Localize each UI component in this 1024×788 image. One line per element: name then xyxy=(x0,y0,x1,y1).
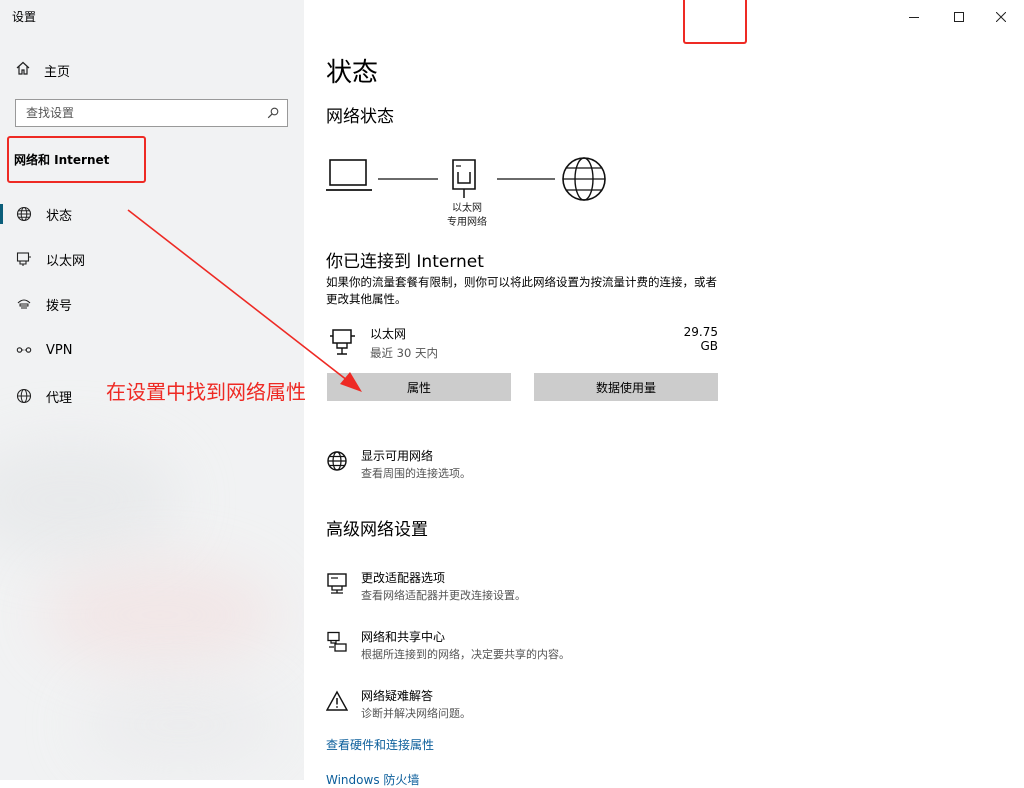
network-diagram xyxy=(326,157,606,201)
troubleshoot-description: 诊断并解决网络问题。 xyxy=(361,707,471,720)
sidebar-item-status[interactable]: 状态 xyxy=(0,196,304,232)
laptop-icon xyxy=(326,159,372,191)
search-input[interactable] xyxy=(16,101,259,125)
sidebar-item-label: 状态 xyxy=(46,208,73,224)
adapter-icon xyxy=(326,572,348,594)
close-button[interactable] xyxy=(978,0,1024,32)
background-blur xyxy=(80,680,280,770)
hardware-properties-link[interactable]: 查看硬件和连接属性 xyxy=(326,736,434,753)
internet-globe-icon xyxy=(562,157,606,201)
sidebar-item-label: VPN xyxy=(46,342,73,358)
connection-period: 最近 30 天内 xyxy=(370,346,438,360)
sidebar-item-label: 代理 xyxy=(46,390,73,406)
maximize-icon xyxy=(954,7,964,26)
globe-icon xyxy=(14,206,34,222)
home-label: 主页 xyxy=(44,64,71,80)
network-status-heading: 网络状态 xyxy=(326,107,394,127)
sidebar-item-label: 拨号 xyxy=(46,298,73,314)
minimize-icon xyxy=(909,7,919,26)
diagram-label-line: 以太网 xyxy=(452,203,482,214)
globe-icon xyxy=(326,450,348,472)
vpn-icon xyxy=(14,342,34,358)
connection-status-title: 你已连接到 Internet xyxy=(326,252,484,272)
diagram-label: 以太网 专用网络 xyxy=(432,202,502,230)
properties-button[interactable]: 属性 xyxy=(327,373,511,401)
minimize-button[interactable] xyxy=(891,0,937,32)
advanced-settings-heading: 高级网络设置 xyxy=(326,520,428,540)
connection-name: 以太网 xyxy=(370,327,407,341)
globe-icon xyxy=(14,388,34,404)
background-blur xyxy=(40,560,280,670)
maximize-button[interactable] xyxy=(936,0,982,32)
sidebar-item-label: 以太网 xyxy=(46,253,86,269)
adapter-options-description: 查看网络适配器并更改连接设置。 xyxy=(361,589,526,602)
section-title: 网络和 Internet xyxy=(14,153,110,167)
annotation-text: 在设置中找到网络属性 xyxy=(106,380,306,404)
home-nav-item[interactable]: 主页 xyxy=(16,60,70,80)
highlight-box xyxy=(683,0,747,44)
page-title: 状态 xyxy=(326,58,379,88)
search-icon[interactable] xyxy=(259,100,287,126)
sharing-center-description: 根据所连接到的网络，决定要共享的内容。 xyxy=(361,648,570,661)
connection-usage: 29.75 GB xyxy=(683,325,718,353)
home-icon xyxy=(16,61,30,79)
ethernet-icon xyxy=(14,251,34,267)
diagram-label-line: 专用网络 xyxy=(447,217,487,228)
ethernet-icon xyxy=(328,328,360,360)
sidebar-item-ethernet[interactable]: 以太网 xyxy=(0,241,304,277)
dialup-icon xyxy=(14,296,34,312)
warning-icon xyxy=(325,690,349,712)
sharing-center-link[interactable]: 网络和共享中心 xyxy=(361,628,445,645)
close-icon xyxy=(995,7,1007,26)
sidebar-item-dialup[interactable]: 拨号 xyxy=(0,286,304,322)
search-box[interactable] xyxy=(15,99,288,127)
app-title: 设置 xyxy=(12,10,37,24)
adapter-options-link[interactable]: 更改适配器选项 xyxy=(361,569,445,586)
data-usage-button[interactable]: 数据使用量 xyxy=(534,373,718,401)
sharing-icon xyxy=(326,631,348,653)
show-networks-link[interactable]: 显示可用网络 xyxy=(361,447,433,464)
show-networks-description: 查看周围的连接选项。 xyxy=(361,467,471,480)
troubleshoot-link[interactable]: 网络疑难解答 xyxy=(361,687,433,704)
sidebar-item-vpn[interactable]: VPN xyxy=(0,332,304,368)
connection-status-description: 如果你的流量套餐有限制，则你可以将此网络设置为按流量计费的连接，或者更改其他属性… xyxy=(326,275,717,306)
background-blur xyxy=(0,440,180,560)
ethernet-port-icon xyxy=(452,159,476,198)
